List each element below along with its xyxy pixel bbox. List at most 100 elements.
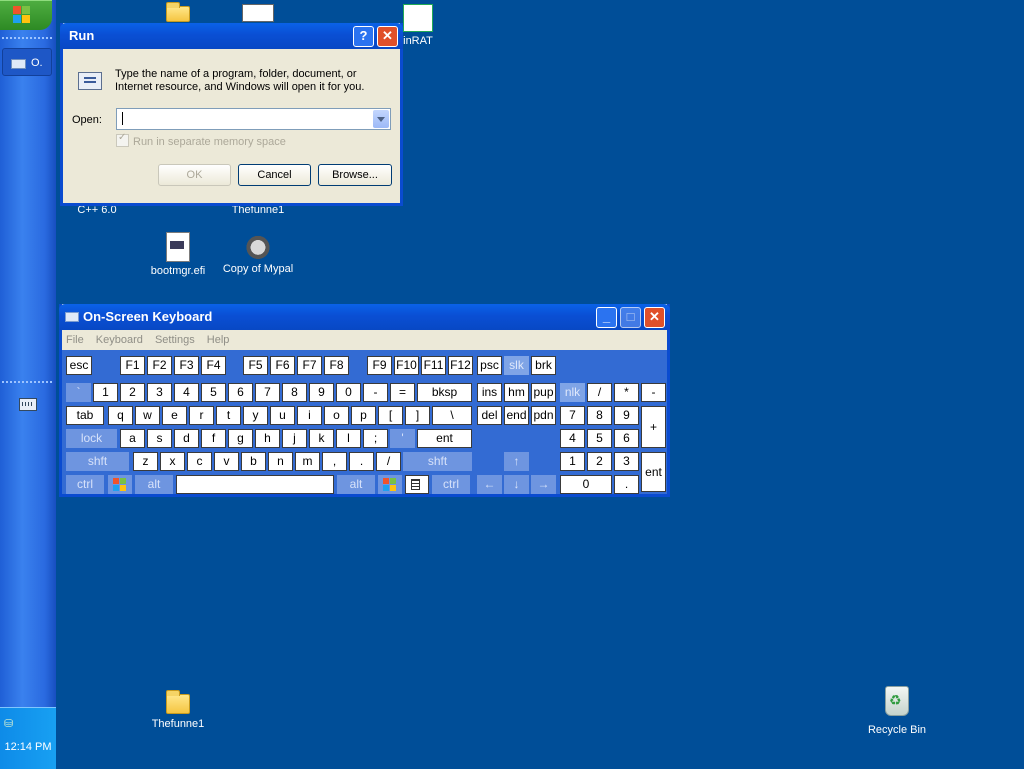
key-f11[interactable]: F11	[421, 356, 446, 375]
key-f5[interactable]: F5	[243, 356, 268, 375]
clock[interactable]: 12:14 PM	[0, 741, 56, 753]
key-pdn[interactable]: pdn	[531, 406, 556, 425]
key-s[interactable]: s	[147, 429, 172, 448]
key-kp-dot[interactable]: .	[614, 475, 639, 494]
key-hm[interactable]: hm	[504, 383, 529, 402]
key-kp-9[interactable]: 9	[614, 406, 639, 425]
key-k[interactable]: k	[309, 429, 334, 448]
key-esc[interactable]: esc	[66, 356, 92, 375]
key-semicolon[interactable]: ;	[363, 429, 388, 448]
key-d[interactable]: d	[174, 429, 199, 448]
key-tab[interactable]: tab	[66, 406, 104, 425]
key-period[interactable]: .	[349, 452, 374, 471]
desktop-icon-recycle-bin[interactable]: Recycle Bin	[852, 686, 942, 736]
key-pup[interactable]: pup	[531, 383, 556, 402]
key-3[interactable]: 3	[147, 383, 172, 402]
key-y[interactable]: y	[243, 406, 268, 425]
key-5[interactable]: 5	[201, 383, 226, 402]
desktop-icon-program[interactable]	[213, 4, 303, 25]
key-f6[interactable]: F6	[270, 356, 295, 375]
key-e[interactable]: e	[162, 406, 187, 425]
toolbar-grip[interactable]	[2, 37, 52, 43]
key-x[interactable]: x	[160, 452, 185, 471]
close-button[interactable]: ✕	[644, 307, 665, 328]
key-g[interactable]: g	[228, 429, 253, 448]
key-rbracket[interactable]: ]	[405, 406, 430, 425]
maximize-button[interactable]: □	[620, 307, 641, 328]
chevron-down-icon[interactable]	[373, 110, 389, 128]
key-2[interactable]: 2	[120, 383, 145, 402]
key-quote[interactable]: '	[390, 429, 415, 448]
key-rwin[interactable]	[378, 475, 402, 494]
key-lctrl[interactable]: ctrl	[66, 475, 104, 494]
key-7[interactable]: 7	[255, 383, 280, 402]
key-enter[interactable]: ent	[417, 429, 472, 448]
key-w[interactable]: w	[135, 406, 160, 425]
key-kp-1[interactable]: 1	[560, 452, 585, 471]
toolbar-grip[interactable]	[2, 381, 52, 387]
key-f3[interactable]: F3	[174, 356, 199, 375]
key-psc[interactable]: psc	[477, 356, 502, 375]
menu-keyboard[interactable]: Keyboard	[96, 334, 143, 346]
desktop-icon-mypal[interactable]: Copy of Mypal	[213, 232, 303, 275]
key-f7[interactable]: F7	[297, 356, 322, 375]
separate-memory-checkbox[interactable]: Run in separate memory space	[116, 132, 286, 148]
key-r[interactable]: r	[189, 406, 214, 425]
key-kp-sub[interactable]: -	[641, 383, 666, 402]
menu-file[interactable]: File	[66, 334, 84, 346]
key-a[interactable]: a	[120, 429, 145, 448]
menu-help[interactable]: Help	[207, 334, 230, 346]
key-0[interactable]: 0	[336, 383, 361, 402]
key-space[interactable]	[176, 475, 334, 494]
key-kp-5[interactable]: 5	[587, 429, 612, 448]
browse-button[interactable]: Browse...	[318, 164, 392, 186]
key-8[interactable]: 8	[282, 383, 307, 402]
key-f4[interactable]: F4	[201, 356, 226, 375]
key-kp-3[interactable]: 3	[614, 452, 639, 471]
key-kp-add[interactable]: +	[641, 406, 666, 448]
key-lwin[interactable]	[108, 475, 132, 494]
key-rshift[interactable]: shft	[403, 452, 472, 471]
cancel-button[interactable]: Cancel	[238, 164, 311, 186]
minimize-button[interactable]: _	[596, 307, 617, 328]
desktop-icon-folder[interactable]	[133, 2, 223, 23]
key-slash[interactable]: /	[376, 452, 401, 471]
key-slk[interactable]: slk	[504, 356, 529, 375]
desktop-icon-thefunne1[interactable]: Thefunne1	[133, 690, 223, 730]
key-9[interactable]: 9	[309, 383, 334, 402]
key-nlk[interactable]: nlk	[560, 383, 585, 402]
help-button[interactable]: ?	[353, 26, 374, 47]
key-o[interactable]: o	[324, 406, 349, 425]
key-backtick[interactable]: `	[66, 383, 91, 402]
key-kp-6[interactable]: 6	[614, 429, 639, 448]
key-1[interactable]: 1	[93, 383, 118, 402]
open-combobox[interactable]	[116, 108, 391, 130]
key-f10[interactable]: F10	[394, 356, 419, 375]
key-backslash[interactable]: \	[432, 406, 472, 425]
key-down-arrow[interactable]: ↓	[504, 475, 529, 494]
key-brk[interactable]: brk	[531, 356, 556, 375]
key-p[interactable]: p	[351, 406, 376, 425]
key-4[interactable]: 4	[174, 383, 199, 402]
key-minus[interactable]: -	[363, 383, 388, 402]
key-f9[interactable]: F9	[367, 356, 392, 375]
menu-settings[interactable]: Settings	[155, 334, 195, 346]
key-kp-2[interactable]: 2	[587, 452, 612, 471]
key-capslock[interactable]: lock	[66, 429, 117, 448]
key-lshift[interactable]: shft	[66, 452, 129, 471]
key-ralt[interactable]: alt	[337, 475, 375, 494]
key-l[interactable]: l	[336, 429, 361, 448]
key-f[interactable]: f	[201, 429, 226, 448]
ok-button[interactable]: OK	[158, 164, 231, 186]
key-up-arrow[interactable]: ↑	[504, 452, 529, 471]
key-f8[interactable]: F8	[324, 356, 349, 375]
taskbar-button-osk[interactable]: O.	[2, 48, 52, 76]
key-right-arrow[interactable]: →	[531, 475, 556, 494]
key-bksp[interactable]: bksp	[417, 383, 472, 402]
key-comma[interactable]: ,	[322, 452, 347, 471]
key-kp-mul[interactable]: *	[614, 383, 639, 402]
key-ins[interactable]: ins	[477, 383, 502, 402]
key-j[interactable]: j	[282, 429, 307, 448]
key-kp-div[interactable]: /	[587, 383, 612, 402]
osk-titlebar[interactable]: On-Screen Keyboard _ □ ✕	[59, 304, 670, 330]
